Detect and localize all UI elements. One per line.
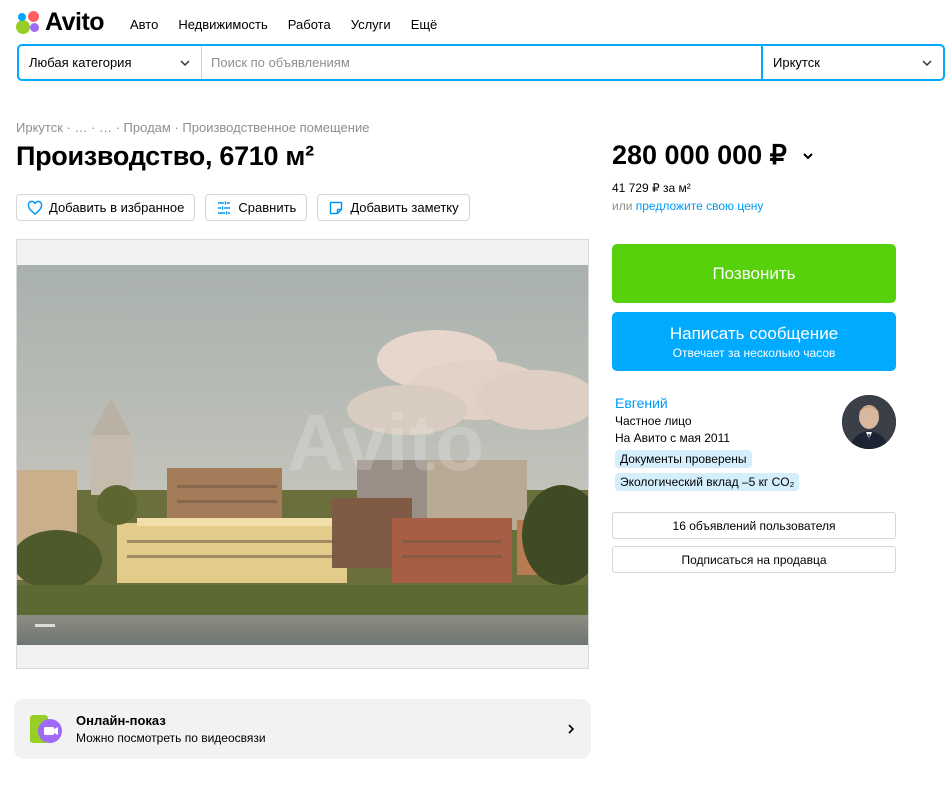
top-nav: Авто Недвижимость Работа Услуги Ещё — [130, 17, 437, 32]
eco-contribution-badge[interactable]: Экологический вклад –5 кг CO₂ — [615, 473, 800, 491]
offer-price-link[interactable]: предложите свою цену — [636, 199, 764, 213]
listing-actions: Добавить в избранное Сравнить Добавить з… — [16, 194, 470, 221]
city-select[interactable]: Иркутск — [761, 46, 943, 79]
logo-text: Avito — [45, 7, 105, 36]
compare-button[interactable]: Сравнить — [205, 194, 308, 221]
add-to-favorites-label: Добавить в избранное — [49, 200, 185, 215]
svg-text:Avito: Avito — [287, 398, 484, 487]
search-placeholder: Поиск по объявлениям — [211, 55, 350, 70]
search-input[interactable]: Поиск по объявлениям — [202, 46, 761, 79]
search-bar: Любая категория Поиск по объявлениям Ирк… — [17, 44, 945, 81]
chevron-down-icon — [180, 59, 190, 66]
subscribe-seller-button[interactable]: Подписаться на продавца — [612, 546, 896, 573]
compare-icon — [218, 201, 231, 214]
category-select-value: Любая категория — [29, 55, 132, 70]
seller-since: На Авито с мая 2011 — [615, 431, 731, 445]
nav-item-more[interactable]: Ещё — [411, 17, 438, 32]
call-button[interactable]: Позвонить — [612, 244, 896, 303]
page-title: Производство, 6710 м² — [16, 141, 314, 171]
add-note-button[interactable]: Добавить заметку — [317, 194, 470, 221]
add-to-favorites-button[interactable]: Добавить в избранное — [16, 194, 196, 221]
offer-price: или предложите свою цену — [612, 199, 763, 213]
logo-dots-icon — [16, 10, 42, 34]
online-show-subtitle: Можно посмотреть по видеосвязи — [76, 731, 266, 745]
subscribe-seller-label: Подписаться на продавца — [681, 552, 827, 567]
chevron-right-icon — [568, 724, 575, 734]
offer-prefix: или — [612, 199, 636, 213]
nav-item-realty[interactable]: Недвижимость — [178, 17, 267, 32]
price: 280 000 000 ₽ — [612, 140, 815, 171]
seller-type: Частное лицо — [615, 414, 692, 428]
nav-item-services[interactable]: Услуги — [351, 17, 391, 32]
seller-info: Евгений Частное лицо На Авито с мая 2011… — [615, 395, 800, 491]
compare-label: Сравнить — [238, 200, 297, 215]
seller-avatar[interactable] — [842, 395, 896, 449]
avito-logo[interactable]: Avito — [16, 7, 105, 36]
nav-item-auto[interactable]: Авто — [130, 17, 158, 32]
price-per-m2: 41 729 ₽ за м² — [612, 181, 691, 195]
online-show-banner[interactable]: Онлайн-показ Можно посмотреть по видеосв… — [14, 699, 591, 759]
seller-ads-label: 16 объявлений пользователя — [672, 518, 836, 533]
online-show-title: Онлайн-показ — [76, 713, 166, 728]
chevron-down-icon — [922, 59, 932, 66]
seller-ads-button[interactable]: 16 объявлений пользователя — [612, 512, 896, 539]
heart-icon — [27, 200, 43, 215]
price-value: 280 000 000 ₽ — [612, 140, 787, 170]
city-select-value: Иркутск — [773, 55, 820, 70]
nav-item-jobs[interactable]: Работа — [288, 17, 331, 32]
listing-photo[interactable]: Avito — [16, 239, 589, 669]
documents-verified-badge: Документы проверены — [615, 450, 752, 468]
city-riverside-photo: Avito — [17, 240, 588, 668]
add-note-label: Добавить заметку — [350, 200, 459, 215]
breadcrumb[interactable]: Иркутск · … · … · Продам · Производствен… — [16, 120, 369, 135]
seller-name[interactable]: Евгений — [615, 395, 799, 411]
note-icon — [330, 201, 343, 214]
message-button-label: Написать сообщение — [669, 323, 839, 343]
chevron-down-icon[interactable] — [801, 149, 815, 163]
category-select[interactable]: Любая категория — [19, 46, 202, 79]
message-button[interactable]: Написать сообщение Отвечает за несколько… — [612, 312, 896, 371]
call-button-label: Позвонить — [712, 263, 796, 283]
video-call-icon — [28, 711, 64, 747]
message-button-sublabel: Отвечает за несколько часов — [672, 345, 836, 360]
